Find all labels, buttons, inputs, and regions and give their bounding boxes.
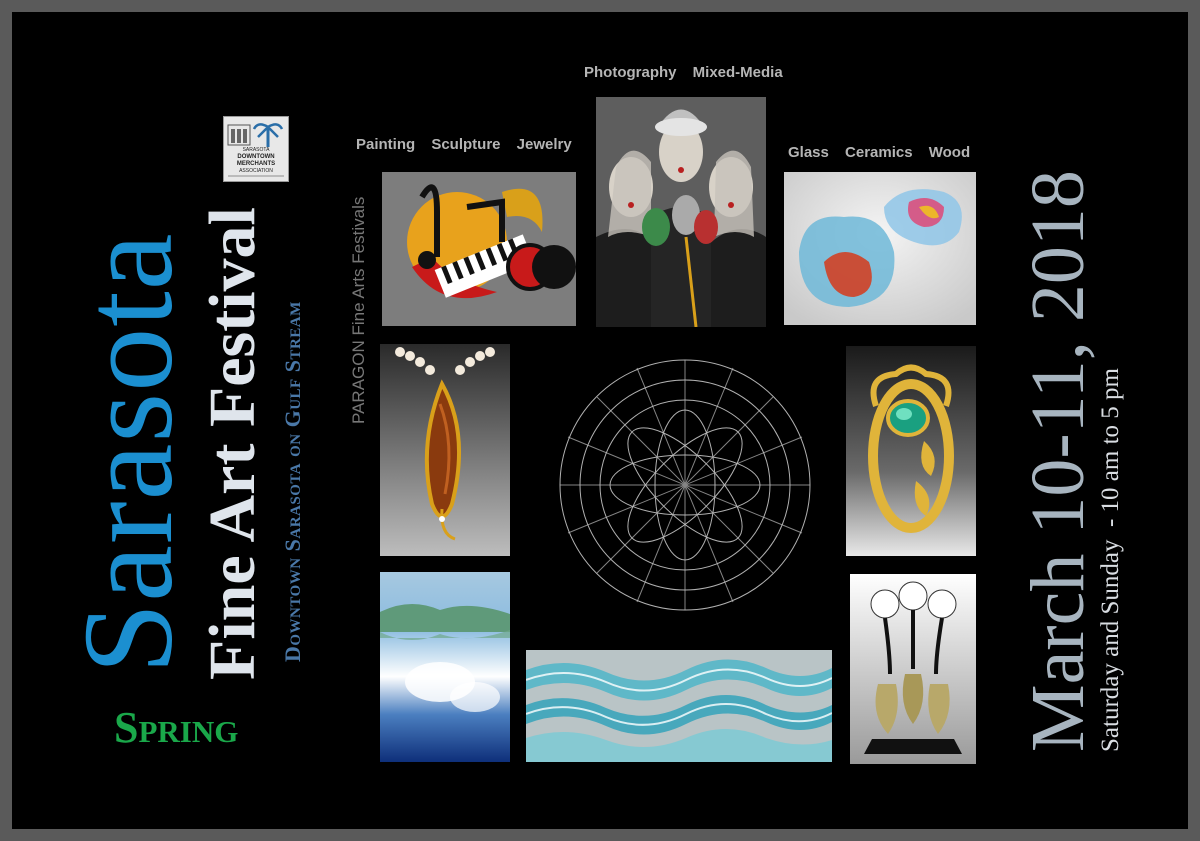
merchants-association-logo: SARASOTA DOWNTOWN MERCHANTS ASSOCIATION: [223, 116, 289, 182]
event-date: March 10-11, 2018: [1016, 170, 1100, 752]
category-label-group2: Photography Mixed-Media: [584, 64, 783, 81]
logo-line-4: ASSOCIATION: [239, 168, 273, 174]
artwork-wave-tile: [526, 650, 832, 762]
festival-location: Downtown Sarasota on Gulf Stream: [280, 301, 305, 662]
logo-line-1: SARASOTA: [242, 147, 270, 153]
logo-line-2: DOWNTOWN: [237, 154, 275, 160]
season-label: Spring: [114, 703, 239, 752]
artwork-wire-sculpture: [540, 350, 830, 620]
artwork-amber-pendant: [380, 344, 510, 556]
festival-title: Sarasota: [57, 232, 199, 674]
festival-subtitle: Fine Art Festival: [196, 207, 269, 680]
category-label-group1: Painting Sculpture Jewelry: [356, 136, 572, 153]
event-hours: Saturday and Sunday - 10 am to 5 pm: [1097, 368, 1124, 752]
organizer-label: PARAGON Fine Arts Festivals: [349, 196, 368, 424]
logo-line-3: MERCHANTS: [236, 161, 276, 167]
artwork-mask-figures: [596, 97, 766, 327]
artwork-glass-vases: [850, 574, 976, 764]
artwork-music-sculpture: [382, 172, 576, 326]
poster: Sarasota Fine Art Festival Downtown Sara…: [12, 12, 1188, 829]
artwork-emerald-ring: [846, 346, 976, 556]
category-label-group3: Glass Ceramics Wood: [788, 144, 971, 161]
artwork-glass-bowls: [784, 172, 976, 325]
artwork-lake-painting: [380, 572, 510, 762]
